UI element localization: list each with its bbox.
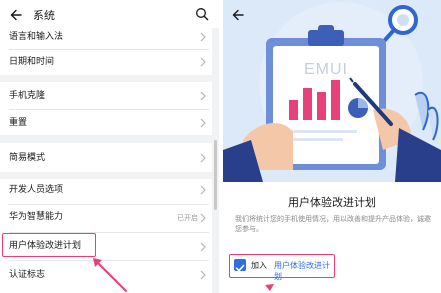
highlight-box <box>229 254 335 278</box>
settings-group: 简易模式 <box>0 143 212 172</box>
settings-item-reset[interactable]: 重置 <box>0 110 212 135</box>
chevron-right-icon <box>200 153 206 163</box>
settings-item-language[interactable]: 语言和输入法 <box>0 28 212 50</box>
scrollbar[interactable] <box>214 140 217 210</box>
clipboard-illustration: EMUI <box>223 2 441 182</box>
search-icon[interactable] <box>195 7 209 21</box>
status-value: 已开启 <box>177 214 198 222</box>
illustration: EMUI <box>223 0 441 182</box>
chevron-right-icon <box>200 57 206 67</box>
chevron-right-icon <box>200 118 206 128</box>
description: 我们将统计您的手机使用情况，用以改善和提升产品体验，诚邀您参与。 <box>235 215 431 233</box>
page-title: 用户体验改进计划 <box>288 196 376 209</box>
highlight-box <box>2 233 96 257</box>
settings-item-huawei-intelligence[interactable]: 华为智慧能力 已开启 <box>0 205 212 232</box>
user-experience-screen: EMUI 用户体验改进计划 我们将统计您的手机使用情况，用以改善和提升产品体验，… <box>223 0 441 293</box>
settings-item-label: 简易模式 <box>9 153 46 163</box>
chevron-right-icon <box>200 32 206 42</box>
settings-item-label: 华为智慧能力 <box>9 212 64 222</box>
annotation-arrow-icon <box>265 284 274 291</box>
chevron-right-icon <box>200 270 206 280</box>
chevron-right-icon <box>200 242 206 252</box>
settings-group: 语言和输入法 日期和时间 <box>0 28 212 75</box>
annotation-arrow-icon <box>93 258 127 292</box>
settings-item-label: 重置 <box>9 118 28 128</box>
chevron-right-icon <box>200 213 206 223</box>
back-arrow-icon[interactable] <box>9 8 23 22</box>
settings-item-label: 手机克隆 <box>9 91 46 101</box>
settings-item-date-time[interactable]: 日期和时间 <box>0 50 212 75</box>
back-arrow-icon[interactable] <box>231 8 245 22</box>
settings-item-label: 开发人员选项 <box>9 185 64 195</box>
system-settings-screen: 系统 语言和输入法 日期和时间 手机克隆 重置 简易模式 开发人员选项 华为智慧… <box>0 0 219 293</box>
settings-item-developer-options[interactable]: 开发人员选项 <box>0 179 212 204</box>
settings-item-label: 日期和时间 <box>9 57 55 67</box>
chevron-right-icon <box>200 91 206 101</box>
settings-item-label: 语言和输入法 <box>9 32 64 42</box>
settings-item-phone-clone[interactable]: 手机克隆 <box>0 82 212 109</box>
settings-item-label: 认证标志 <box>9 270 46 280</box>
header: 系统 <box>0 0 219 28</box>
page-title: 系统 <box>33 9 55 22</box>
chevron-right-icon <box>200 185 206 195</box>
brand-logo-text: EMUI <box>304 61 348 78</box>
settings-item-simple-mode[interactable]: 简易模式 <box>0 143 212 172</box>
settings-group: 手机克隆 重置 <box>0 82 212 135</box>
